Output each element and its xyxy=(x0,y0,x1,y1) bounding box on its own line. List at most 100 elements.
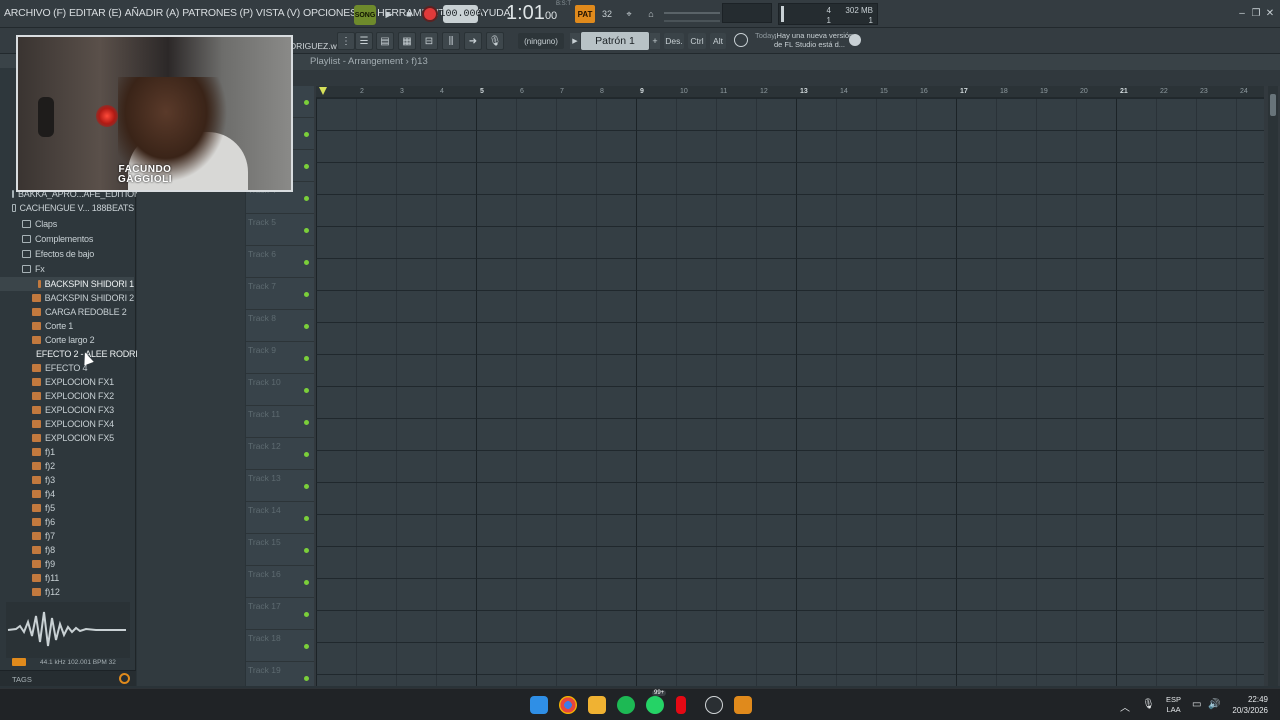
pattern-filter[interactable]: (ninguno) xyxy=(518,33,564,49)
playlist-icon[interactable]: ☰ xyxy=(355,32,373,50)
menu-item[interactable]: EDITAR (E) xyxy=(69,7,122,19)
song-mode-button[interactable]: SONG xyxy=(354,5,376,25)
menu-item[interactable]: ARCHIVO (F) xyxy=(4,7,66,19)
clock-app-icon[interactable] xyxy=(705,696,723,714)
track-mute-led-icon[interactable] xyxy=(304,644,309,649)
track-header[interactable]: Track 8 xyxy=(246,310,314,342)
track-mute-led-icon[interactable] xyxy=(304,324,309,329)
wait-input-icon[interactable]: ⌖ xyxy=(619,5,639,23)
master-volume-slider[interactable] xyxy=(664,12,720,14)
browser-file-item[interactable]: CARGA REDOBLE 2 xyxy=(0,305,134,319)
alt-button[interactable]: Alt xyxy=(710,33,726,49)
track-mute-led-icon[interactable] xyxy=(304,452,309,457)
browser-folder-item[interactable]: Efectos de bajo xyxy=(0,247,134,261)
spotify-icon[interactable] xyxy=(617,696,635,714)
browser-file-item[interactable]: Corte 1 xyxy=(0,319,134,333)
browser-file-item[interactable]: Corte largo 2 xyxy=(0,333,134,347)
song-time-display[interactable]: 1:0100 xyxy=(506,2,557,25)
netflix-icon[interactable] xyxy=(676,696,686,714)
browser-file-item[interactable]: EXPLOCION FX2 xyxy=(0,389,134,403)
tempo-display[interactable]: 100.000 xyxy=(440,5,482,23)
track-mute-led-icon[interactable] xyxy=(304,484,309,489)
track-mute-led-icon[interactable] xyxy=(304,388,309,393)
menu-item[interactable]: VISTA (V) xyxy=(256,7,300,19)
undo-button[interactable]: Des. xyxy=(664,33,684,49)
track-mute-led-icon[interactable] xyxy=(304,292,309,297)
chrome-icon[interactable] xyxy=(559,696,577,714)
waveform-preview[interactable] xyxy=(6,602,130,658)
fl-studio-taskbar-icon[interactable] xyxy=(734,696,752,714)
plugin-picker-icon[interactable]: ➜ xyxy=(464,32,482,50)
tray-mic-icon[interactable]: 🎙 xyxy=(1142,699,1155,710)
browser-file-item[interactable]: f)3 xyxy=(0,473,134,487)
browser-file-item[interactable]: f)2 xyxy=(0,459,134,473)
browser-folder-item[interactable]: Fx xyxy=(0,262,134,276)
microphone-icon[interactable]: 🎙 xyxy=(486,32,504,50)
track-header[interactable]: Track 9 xyxy=(246,342,314,374)
pattern-selector[interactable]: Patrón 1 xyxy=(581,32,649,50)
search-icon[interactable] xyxy=(119,673,130,684)
tray-display-icon[interactable]: ▭ xyxy=(1192,699,1201,710)
track-header[interactable]: Track 10 xyxy=(246,374,314,406)
snap-icon[interactable]: ⋮ xyxy=(337,32,355,50)
browser-file-item[interactable]: f)6 xyxy=(0,515,134,529)
browser-file-item[interactable]: BACKSPIN SHIDORI 1 xyxy=(0,277,134,291)
browser-file-item[interactable]: EXPLOCION FX4 xyxy=(0,417,134,431)
channel-rack-icon[interactable]: ▤ xyxy=(376,32,394,50)
menu-item[interactable]: PATRONES (P) xyxy=(182,7,253,19)
playlist-grid[interactable] xyxy=(316,98,1264,686)
vertical-scrollbar[interactable] xyxy=(1268,86,1278,686)
browser-folder-item[interactable]: Claps xyxy=(0,217,134,231)
browser-file-item[interactable]: EXPLOCION FX3 xyxy=(0,403,134,417)
menu-item[interactable]: AÑADIR (A) xyxy=(125,7,180,19)
browser-file-item[interactable]: f)7 xyxy=(0,529,134,543)
ctrl-button[interactable]: Ctrl xyxy=(688,33,706,49)
whatsapp-icon[interactable]: 99+ xyxy=(646,690,667,714)
track-mute-led-icon[interactable] xyxy=(304,612,309,617)
windows-start-icon[interactable] xyxy=(530,696,548,714)
pattern-length-button[interactable]: 32 xyxy=(597,5,617,23)
browser-file-item[interactable]: f)12 xyxy=(0,585,134,599)
track-header[interactable]: Track 5 xyxy=(246,214,314,246)
news-icon[interactable] xyxy=(734,33,748,47)
loop-record-icon[interactable]: ⌂ xyxy=(641,5,661,23)
tray-volume-icon[interactable]: 🔊 xyxy=(1208,699,1220,710)
track-header[interactable]: Track 18 xyxy=(246,630,314,662)
browser-file-item[interactable]: EFECTO 2 - ALEE RODRIGUEZ xyxy=(0,347,162,361)
track-mute-led-icon[interactable] xyxy=(304,548,309,553)
record-button[interactable] xyxy=(421,5,439,23)
file-explorer-icon[interactable] xyxy=(588,696,606,714)
browser-file-item[interactable]: f)11 xyxy=(0,571,134,585)
play-icon[interactable]: ▶ xyxy=(380,5,398,23)
browser-icon[interactable]: ⊟ xyxy=(420,32,438,50)
playhead-marker[interactable] xyxy=(319,87,327,95)
maximize-icon[interactable]: ❐ xyxy=(1250,8,1262,20)
track-header[interactable]: Track 13 xyxy=(246,470,314,502)
track-mute-led-icon[interactable] xyxy=(304,516,309,521)
track-mute-led-icon[interactable] xyxy=(304,132,309,137)
track-header[interactable]: Track 11 xyxy=(246,406,314,438)
track-header[interactable]: Track 6 xyxy=(246,246,314,278)
news-text[interactable]: ¡Hay una nueva versión de FL Studio está… xyxy=(774,31,854,49)
track-mute-led-icon[interactable] xyxy=(304,164,309,169)
pattern-add-icon[interactable]: + xyxy=(650,33,660,49)
timeline-ruler[interactable]: 2 3 4 5 6 7 8 9 10 11 12 13 14 15 16 17 18 19 20 21 22 23 24 xyxy=(316,86,1264,98)
browser-file-item[interactable]: f)5 xyxy=(0,501,134,515)
browser-folder-item[interactable]: Complementos xyxy=(0,232,134,246)
taskbar-clock[interactable]: 22:49 20/3/2026 xyxy=(1224,694,1268,716)
minimize-icon[interactable]: – xyxy=(1236,8,1248,20)
preview-play-icon[interactable] xyxy=(12,658,26,666)
track-mute-led-icon[interactable] xyxy=(304,676,309,681)
track-header[interactable]: Track 17 xyxy=(246,598,314,630)
track-mute-led-icon[interactable] xyxy=(304,196,309,201)
track-header[interactable]: Track 12 xyxy=(246,438,314,470)
close-icon[interactable]: ✕ xyxy=(1264,8,1276,20)
browser-file-item[interactable]: EFECTO 4 xyxy=(0,361,134,375)
browser-file-item[interactable]: f)4 xyxy=(0,487,134,501)
track-header[interactable]: Track 15 xyxy=(246,534,314,566)
browser-file-item[interactable]: f)1 xyxy=(0,445,134,459)
browser-folder-item[interactable]: CACHENGUE V... 188BEATS xyxy=(0,201,134,215)
track-mute-led-icon[interactable] xyxy=(304,580,309,585)
track-mute-led-icon[interactable] xyxy=(304,228,309,233)
mixer-icon[interactable]: ⫼ xyxy=(442,32,460,50)
